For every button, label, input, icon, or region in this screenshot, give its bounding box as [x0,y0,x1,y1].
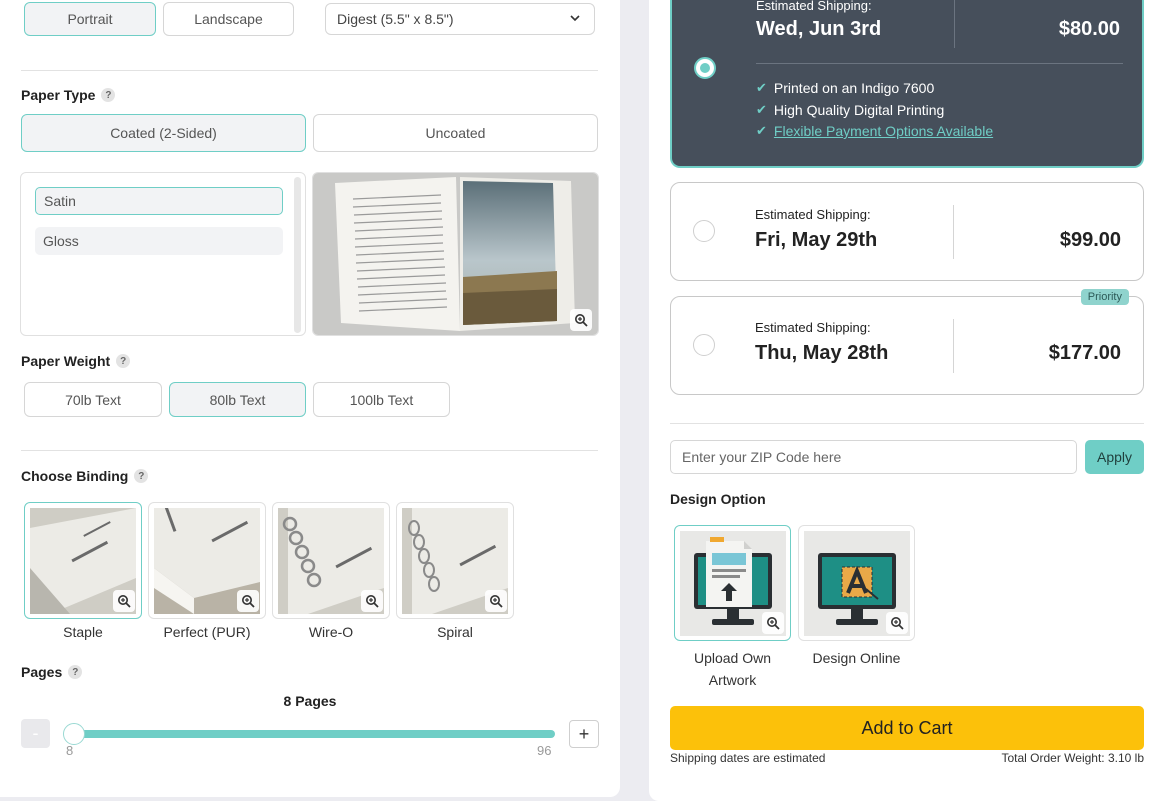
shipping-radio-1[interactable] [694,57,716,79]
shipping-date: Thu, May 28th [755,342,889,364]
pages-count: 8 Pages [283,693,337,709]
help-icon[interactable]: ? [101,88,116,102]
order-summary-panel: Estimated Shipping: Wed, Jun 3rd $80.00 … [649,0,1163,801]
shipping-price: $177.00 [1048,342,1121,364]
zoom-icon[interactable] [237,590,259,612]
divider [953,319,954,373]
shipping-est-label: Estimated Shipping: [755,207,871,222]
priority-badge: Priority [1080,289,1129,305]
paper-preview-image [312,172,599,336]
divider [953,205,954,259]
finish-list: Satin Gloss [20,172,306,336]
zoom-icon[interactable] [113,590,135,612]
paper-weight-label-text: Paper Weight [21,353,111,369]
paper-type-label-text: Paper Type [21,87,96,103]
apply-zip-button[interactable]: Apply [1085,440,1144,474]
shipping-price: $80.00 [1058,18,1120,40]
zoom-icon[interactable] [361,590,383,612]
finish-gloss[interactable]: Gloss [35,227,283,255]
weight-80lb-button[interactable]: 80lb Text [169,382,306,417]
pages-label-text: Pages [21,664,63,680]
finish-satin[interactable]: Satin [35,187,283,215]
finish-scrollbar[interactable] [294,177,301,333]
payment-options-link[interactable]: Flexible Payment Options Available [774,123,993,139]
binding-label-text: Choose Binding [21,468,129,484]
feature-item: ✔ Printed on an Indigo 7600 [756,80,934,96]
binding-spiral-card[interactable] [396,502,514,619]
shipping-option-2[interactable]: Estimated Shipping: Fri, May 29th $99.00 [670,182,1144,281]
chevron-down-icon [568,11,582,28]
binding-caption-wire-o: Wire-O [308,624,354,640]
zoom-icon[interactable] [762,612,784,634]
feature-item: ✔ Flexible Payment Options Available [756,123,993,139]
check-icon: ✔ [756,102,767,117]
shipping-dates-note: Shipping dates are estimated [670,751,826,765]
feature-text: High Quality Digital Printing [773,102,945,118]
product-options-panel: Portrait Landscape Digest (5.5" x 8.5") … [0,0,620,797]
zoom-icon[interactable] [886,612,908,634]
open-book-photo [313,173,598,335]
weight-70lb-button[interactable]: 70lb Text [24,382,162,417]
weight-100lb-button[interactable]: 100lb Text [313,382,450,417]
feature-text: Printed on an Indigo 7600 [773,80,935,96]
pages-slider-handle[interactable] [63,723,85,745]
order-weight-note: Total Order Weight: 3.10 lb [1001,751,1144,765]
shipping-radio-2[interactable] [693,220,715,242]
size-select-value: Digest (5.5" x 8.5") [337,11,454,27]
pages-slider-track[interactable] [70,730,555,738]
orientation-landscape-button[interactable]: Landscape [163,2,294,36]
feature-item: ✔ High Quality Digital Printing [756,102,944,118]
divider [21,450,598,451]
check-icon: ✔ [756,123,767,138]
paper-type-uncoated-button[interactable]: Uncoated [313,114,598,152]
shipping-date: Wed, Jun 3rd [756,18,882,40]
divider [21,70,598,71]
help-icon[interactable]: ? [68,665,83,679]
divider [756,63,1123,64]
binding-caption-spiral: Spiral [437,624,473,640]
divider [954,0,955,48]
binding-perfect-card[interactable] [148,502,266,619]
shipping-price: $99.00 [1059,229,1121,251]
shipping-option-3[interactable]: Priority Estimated Shipping: Thu, May 28… [670,289,1144,395]
pages-min-label: 8 [66,743,74,758]
design-caption-online: Design Online [812,650,901,666]
paper-type-coated-button[interactable]: Coated (2-Sided) [21,114,306,152]
binding-staple-card[interactable] [24,502,142,619]
binding-caption-perfect: Perfect (PUR) [163,624,251,640]
binding-label: Choose Binding ? [21,468,149,484]
add-to-cart-button[interactable]: Add to Cart [670,706,1144,750]
pages-max-label: 96 [537,743,552,758]
pages-increase-button[interactable]: + [569,720,599,748]
divider [670,423,1144,424]
check-icon: ✔ [756,80,767,95]
pages-decrease-button[interactable]: - [21,719,50,748]
paper-type-label: Paper Type ? [21,87,116,103]
zoom-icon[interactable] [485,590,507,612]
shipping-est-label: Estimated Shipping: [755,320,871,335]
design-option-label: Design Option [670,491,766,507]
pages-label: Pages ? [21,664,83,680]
size-select[interactable]: Digest (5.5" x 8.5") [325,3,595,35]
zoom-icon[interactable] [570,309,592,331]
zip-code-input[interactable] [670,440,1077,474]
shipping-radio-3[interactable] [693,334,715,356]
binding-wire-o-card[interactable] [272,502,390,619]
paper-weight-label: Paper Weight ? [21,353,131,369]
shipping-date: Fri, May 29th [755,229,878,251]
binding-caption-staple: Staple [63,624,103,640]
shipping-est-label: Estimated Shipping: [756,0,872,13]
shipping-option-1[interactable]: Estimated Shipping: Wed, Jun 3rd $80.00 … [670,0,1144,168]
design-caption-upload: Upload Own Artwork [693,650,772,688]
help-icon[interactable]: ? [116,354,131,368]
help-icon[interactable]: ? [134,469,149,483]
design-online-card[interactable] [798,525,915,641]
design-upload-card[interactable] [674,525,791,641]
orientation-portrait-button[interactable]: Portrait [24,2,156,36]
